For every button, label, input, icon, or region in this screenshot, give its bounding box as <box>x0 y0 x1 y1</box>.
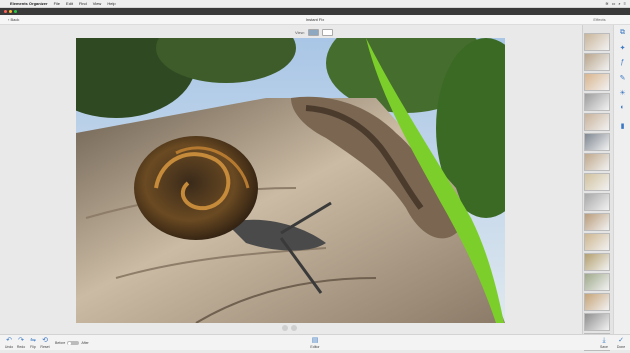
clarity-icon[interactable]: ▮ <box>618 121 627 130</box>
editor-icon: ▤ <box>311 337 319 344</box>
right-tool-strip: ⧉ ✦ ƒ ✎ ☀ ◐ ▮ <box>613 25 630 334</box>
redo-label: Redo <box>16 345 26 349</box>
effect-thumbnail[interactable] <box>584 193 610 211</box>
editor-button[interactable]: ▤ Editor <box>308 337 322 349</box>
check-icon: ✓ <box>618 337 624 344</box>
done-button[interactable]: ✓ Done <box>614 337 628 349</box>
undo-label: Undo <box>4 345 14 349</box>
snail-photo <box>76 38 505 323</box>
menu-file[interactable]: File <box>54 0 60 8</box>
save-label: Save <box>600 345 608 349</box>
effect-thumbnail[interactable] <box>584 153 610 171</box>
save-icon: ⤓ <box>602 337 606 344</box>
menu-icon[interactable]: ≡ <box>624 0 626 8</box>
minimize-window-button[interactable] <box>9 10 12 13</box>
effect-thumbnail[interactable] <box>584 133 610 151</box>
menu-find[interactable]: Find <box>79 0 87 8</box>
flip-label: Flip <box>30 345 36 349</box>
menu-app[interactable]: Elements Organizer <box>10 0 48 8</box>
previous-photo-button[interactable] <box>282 325 288 331</box>
view-label: View: <box>295 29 305 35</box>
effect-thumbnail[interactable] <box>584 93 610 111</box>
view-switcher: View: <box>295 28 333 36</box>
reset-button[interactable]: ⟲ Reset <box>38 337 52 349</box>
after-label: After <box>81 341 89 345</box>
before-after-switch[interactable] <box>67 341 80 345</box>
close-window-button[interactable] <box>4 10 7 13</box>
effect-thumbnail[interactable] <box>584 113 610 131</box>
page-title: Instant Fix <box>305 17 325 22</box>
menu-view[interactable]: View <box>93 0 102 8</box>
search-icon[interactable]: ⌕ <box>618 0 620 8</box>
color-icon[interactable]: ◐ <box>618 103 627 112</box>
battery-icon[interactable]: ▭ <box>612 0 616 8</box>
next-photo-button[interactable] <box>291 325 297 331</box>
effect-thumbnail[interactable] <box>584 73 610 91</box>
menu-items: Elements Organizer File Edit Find View H… <box>10 0 116 8</box>
menu-help[interactable]: Help <box>107 0 115 8</box>
menu-edit[interactable]: Edit <box>66 0 73 8</box>
effects-thumbnail-list <box>584 33 610 353</box>
crop-icon[interactable]: ⧉ <box>618 28 627 37</box>
effect-thumbnail[interactable] <box>584 233 610 251</box>
effect-thumbnail[interactable] <box>584 53 610 71</box>
photo-preview[interactable] <box>76 38 505 323</box>
zoom-window-button[interactable] <box>14 10 17 13</box>
effect-thumbnail[interactable] <box>584 253 610 271</box>
photo-pager <box>282 325 297 331</box>
instant-fix-header: ‹ Back Instant Fix Effects <box>0 15 630 25</box>
fx-icon[interactable]: ƒ <box>618 58 627 67</box>
effect-thumbnail[interactable] <box>584 213 610 231</box>
window-titlebar <box>0 8 630 15</box>
effects-icon[interactable]: ✦ <box>618 43 627 52</box>
status-icons: ≋ ▭ ⌕ ≡ <box>605 0 626 8</box>
effect-thumbnail[interactable] <box>584 293 610 311</box>
wifi-icon[interactable]: ≋ <box>605 0 608 8</box>
effects-header: Effects <box>593 17 606 22</box>
single-view-button[interactable] <box>307 28 319 36</box>
editor-label: Editor <box>310 345 320 349</box>
before-label: Before <box>55 341 66 345</box>
before-after-toggle[interactable]: Before After <box>55 341 89 345</box>
reset-label: Reset <box>40 345 50 349</box>
reset-icon: ⟲ <box>42 337 48 344</box>
save-button[interactable]: ⤓ Save <box>597 337 611 349</box>
bottom-toolbar: ↶ Undo ↷ Redo ⇋ Flip ⟲ Reset Before After ▤ E… <box>0 334 630 350</box>
light-icon[interactable]: ☀ <box>618 88 627 97</box>
done-label: Done <box>616 345 626 349</box>
effect-thumbnail[interactable] <box>584 173 610 191</box>
brush-icon[interactable]: ✎ <box>618 73 627 82</box>
side-by-side-view-button[interactable] <box>321 28 333 36</box>
effect-thumbnail[interactable] <box>584 273 610 291</box>
effect-thumbnail[interactable] <box>584 33 610 51</box>
menu-bar: Elements Organizer File Edit Find View H… <box>0 0 630 8</box>
effect-thumbnail[interactable] <box>584 313 610 331</box>
